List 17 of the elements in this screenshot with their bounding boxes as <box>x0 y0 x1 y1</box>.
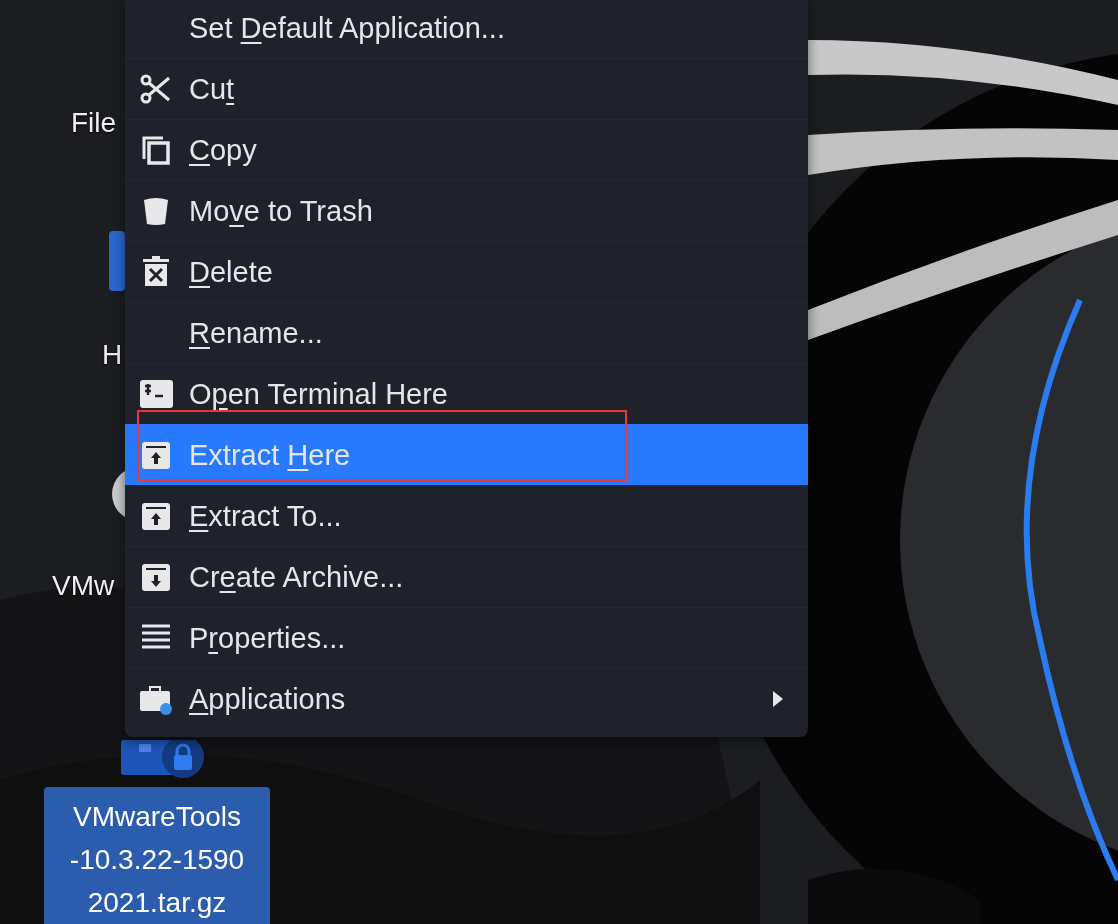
menu-item[interactable]: Extract To... <box>125 485 808 546</box>
desktop-icon-label[interactable]: H <box>102 338 123 372</box>
scissors-icon <box>139 72 173 106</box>
desktop-icon-label[interactable]: VMwareTools -10.3.22-1590 2021.tar.gz <box>44 787 270 924</box>
menu-item[interactable]: Create Archive... <box>125 546 808 607</box>
terminal-icon <box>139 377 173 411</box>
menu-item[interactable]: Rename... <box>125 302 808 363</box>
menu-item[interactable]: Cut <box>125 58 808 119</box>
menu-item[interactable]: Copy <box>125 119 808 180</box>
desktop-icon-label[interactable]: VMw <box>52 569 115 603</box>
menu-item[interactable]: Move to Trash <box>125 180 808 241</box>
desktop-icon-label[interactable]: File <box>71 106 117 140</box>
menu-item[interactable]: Delete <box>125 241 808 302</box>
menu-item[interactable]: Properties... <box>125 607 808 668</box>
menu-item[interactable]: Applications <box>125 668 808 729</box>
locked-archive-icon[interactable] <box>121 740 207 780</box>
menu-item[interactable]: Set Default Application... <box>125 0 808 58</box>
